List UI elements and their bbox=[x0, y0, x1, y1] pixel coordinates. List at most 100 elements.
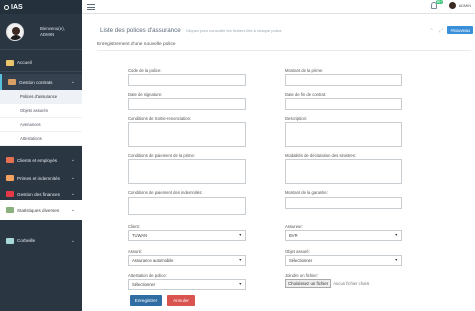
bell-icon[interactable]: 99+ bbox=[430, 0, 444, 9]
guarantee-input[interactable] bbox=[285, 197, 402, 209]
top-username[interactable]: ADMIN bbox=[459, 4, 471, 8]
main-content: Liste des polices d'assurance Cliquez po… bbox=[82, 14, 475, 311]
caret-down-icon: ▼ bbox=[238, 258, 242, 262]
avatar bbox=[6, 22, 24, 41]
brand-name: IAS bbox=[11, 3, 23, 11]
sidebar-item-label: Primes et indemnités bbox=[17, 175, 60, 181]
client-label: Client: bbox=[128, 224, 140, 229]
end-date-input[interactable] bbox=[285, 98, 402, 110]
new-button[interactable]: +Nouveau bbox=[446, 26, 473, 34]
sidebar-item-finances[interactable]: Gestion des finances ⌄ bbox=[0, 188, 82, 200]
sidebar-item-label: Corbeille bbox=[17, 238, 36, 243]
sidebar: IAS Bienvenu(e), ADMIN Accueil Gestion c… bbox=[0, 0, 82, 311]
user-profile: Bienvenu(e), ADMIN bbox=[0, 14, 82, 50]
indemnity-conditions-textarea[interactable] bbox=[128, 197, 246, 215]
prime-input[interactable] bbox=[285, 74, 402, 86]
caret-down-icon: ▼ bbox=[238, 233, 242, 237]
description-textarea[interactable] bbox=[285, 122, 402, 147]
insured-select[interactable]: Assurance automobile ▼ bbox=[128, 255, 246, 266]
object-label: Objet assuré: bbox=[285, 249, 310, 254]
topbar: 99+ ADMIN bbox=[82, 0, 475, 14]
claims-textarea[interactable] bbox=[285, 159, 402, 184]
insurer-select[interactable]: BVR ▼ bbox=[285, 230, 402, 241]
chevron-down-icon: ⌄ bbox=[70, 207, 75, 213]
client-select[interactable]: TUWAN ▼ bbox=[128, 230, 246, 241]
submenu-contrats: Polices d'assurance Objets assurés Avena… bbox=[0, 90, 82, 146]
signature-label: Date de signature: bbox=[128, 92, 163, 97]
caret-down-icon: ▼ bbox=[394, 258, 398, 262]
attestation-select[interactable]: Sélectionner ▼ bbox=[128, 279, 246, 290]
sidebar-item-label: Statistiques diverses bbox=[17, 207, 60, 213]
file-upload: Choisissez un fichier Aucun fichier choi… bbox=[285, 279, 369, 288]
prime-label: Montant de la prime: bbox=[285, 68, 324, 73]
claims-label: Modalités de déclaration des sinistres: bbox=[285, 153, 356, 158]
notification-badge: 99+ bbox=[435, 0, 444, 4]
handshake-icon bbox=[8, 79, 16, 85]
chevron-down-icon: ⌄ bbox=[70, 191, 75, 197]
caret-down-icon: ▼ bbox=[394, 233, 398, 237]
attestation-select-value: Sélectionner bbox=[132, 282, 156, 287]
page-subtitle: Cliquez pour consulter les fichiers liés… bbox=[185, 28, 282, 33]
coins-icon bbox=[6, 175, 14, 181]
trash-icon bbox=[6, 237, 14, 244]
sidebar-item-stats[interactable]: Statistiques diverses ⌄ bbox=[0, 200, 82, 220]
page-title: Liste des polices d'assurance bbox=[100, 27, 181, 34]
insured-select-value: Assurance automobile bbox=[132, 258, 174, 263]
code-input[interactable] bbox=[128, 74, 246, 86]
logo-icon bbox=[4, 4, 9, 10]
guarantee-label: Montant de la garantie: bbox=[285, 190, 328, 195]
sidebar-item-clients[interactable]: Clients et employés ⌄ bbox=[0, 152, 82, 168]
chevron-down-icon: ⌄ bbox=[70, 237, 75, 244]
object-select-value: Sélectionner bbox=[289, 258, 313, 263]
sidebar-item-corbeille[interactable]: Corbeille ⌄ bbox=[0, 234, 82, 247]
brand[interactable]: IAS bbox=[0, 0, 82, 14]
profile-greeting: Bienvenu(e), bbox=[40, 25, 65, 31]
sidebar-item-primes[interactable]: Primes et indemnités ⌄ bbox=[0, 168, 82, 188]
payment-conditions-textarea[interactable] bbox=[128, 159, 246, 184]
sidebar-item-accueil[interactable]: Accueil bbox=[0, 56, 82, 69]
choose-file-button[interactable]: Choisissez un fichier bbox=[285, 279, 332, 288]
sidebar-item-label: Gestion contrats bbox=[19, 79, 53, 85]
stats-icon bbox=[6, 207, 14, 213]
sidebar-item-label: Accueil bbox=[17, 60, 32, 65]
save-button[interactable]: Enregistrer bbox=[130, 295, 162, 306]
client-select-value: TUWAN bbox=[132, 233, 148, 238]
sidebar-item-label: Clients et employés bbox=[17, 157, 58, 163]
insurer-label: Assureur: bbox=[285, 224, 303, 229]
finance-icon bbox=[6, 191, 14, 197]
profile-name: ADMIN bbox=[40, 31, 55, 37]
chevron-down-icon: ⌄ bbox=[70, 157, 75, 163]
sidebar-subitem-attestations[interactable]: Attestations bbox=[0, 132, 82, 146]
file-status: Aucun fichier choisi bbox=[333, 281, 370, 286]
cancel-button[interactable]: Annuler bbox=[167, 295, 195, 306]
code-label: Code de la police: bbox=[128, 68, 162, 73]
users-icon bbox=[6, 157, 14, 163]
sidebar-subitem-objets[interactable]: Objets assurés bbox=[0, 104, 82, 118]
insurer-select-value: BVR bbox=[289, 233, 298, 238]
caret-down-icon: ▼ bbox=[238, 282, 242, 286]
sidebar-item-gestion-contrats[interactable]: Gestion contrats ⌄ bbox=[0, 74, 82, 90]
sidebar-subitem-polices[interactable]: Polices d'assurance bbox=[0, 90, 82, 104]
collapse-icon[interactable]: ⌃ bbox=[429, 28, 433, 34]
payment-conditions-label: Conditions de paiement de la prime: bbox=[128, 153, 196, 158]
end-date-label: Date de fin de contrat: bbox=[285, 92, 327, 97]
cancel-conditions-label: Conditions de Sortie-renonciation: bbox=[128, 116, 192, 121]
object-select[interactable]: Sélectionner ▼ bbox=[285, 255, 402, 266]
signature-date-input[interactable] bbox=[128, 98, 246, 110]
insured-label: Assuré: bbox=[128, 249, 143, 254]
attestation-label: Attestation de police: bbox=[128, 273, 167, 278]
indemnity-conditions-label: Conditions de paiement des indemnités: bbox=[128, 190, 203, 195]
file-label: Joindre un fichier: bbox=[285, 273, 319, 278]
expand-icon[interactable]: ⤢ bbox=[439, 28, 443, 34]
section-title: Enregistrement d'une nouvelle police bbox=[97, 42, 176, 47]
sidebar-item-label: Gestion des finances bbox=[17, 191, 60, 197]
sidebar-subitem-avenances[interactable]: Avenances bbox=[0, 118, 82, 132]
avatar[interactable] bbox=[448, 2, 456, 9]
home-icon bbox=[6, 59, 14, 66]
divider bbox=[97, 50, 471, 51]
chevron-down-icon: ⌄ bbox=[70, 79, 75, 85]
description-label: Description: bbox=[285, 116, 308, 121]
menu-toggle-icon[interactable] bbox=[87, 3, 95, 10]
cancel-conditions-textarea[interactable] bbox=[128, 122, 246, 147]
chevron-down-icon: ⌄ bbox=[70, 175, 75, 181]
